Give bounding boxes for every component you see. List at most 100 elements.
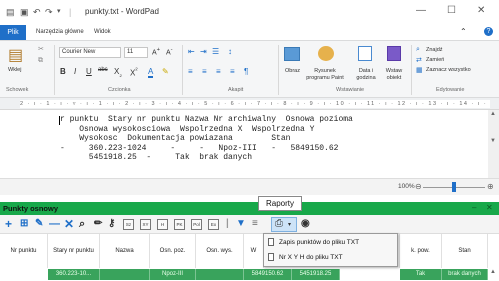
- cut-icon[interactable]: ✂: [38, 45, 44, 53]
- table-cell[interactable]: brak danych: [442, 269, 488, 280]
- underline-icon[interactable]: U: [86, 67, 92, 76]
- datetime-label[interactable]: Data i godzina: [353, 68, 379, 82]
- subscript-icon[interactable]: X₂: [114, 67, 122, 79]
- undo-icon[interactable]: ↶: [33, 7, 41, 18]
- datetime-icon[interactable]: [358, 46, 372, 61]
- align-center-icon[interactable]: ≡: [202, 67, 207, 76]
- text-color-icon[interactable]: A: [148, 67, 154, 78]
- tab-file[interactable]: Plik: [0, 25, 26, 40]
- paste-icon[interactable]: ▤: [8, 45, 23, 65]
- pencil-icon[interactable]: ✏: [94, 217, 102, 231]
- pol-tool-button[interactable]: Pol: [191, 219, 202, 230]
- grid-scroll-up-icon[interactable]: ▲: [490, 269, 496, 275]
- italic-icon[interactable]: I: [74, 67, 76, 76]
- find-label[interactable]: Znajdź: [426, 47, 443, 53]
- select-all-label[interactable]: Zaznacz wszystko: [426, 67, 471, 73]
- shrink-font-icon[interactable]: A-: [166, 47, 173, 56]
- scroll-up-icon[interactable]: ▲: [490, 111, 496, 117]
- scroll-down-icon[interactable]: ▼: [490, 138, 496, 144]
- list-icon[interactable]: ≡: [252, 217, 258, 231]
- table-cell[interactable]: Tak: [400, 269, 442, 280]
- picture-icon[interactable]: [284, 47, 300, 61]
- superscript-icon[interactable]: X²: [130, 67, 138, 78]
- save-icon[interactable]: ▣: [20, 7, 29, 18]
- select-all-icon[interactable]: ▦: [416, 66, 423, 74]
- key-icon[interactable]: ⚷: [108, 217, 115, 231]
- copy-icon[interactable]: ⧉: [38, 57, 43, 65]
- maximize-button[interactable]: ☐: [447, 5, 456, 16]
- tab-view[interactable]: Widok: [94, 29, 111, 35]
- column-header[interactable]: Stan: [442, 234, 488, 268]
- panel-close-icon[interactable]: ✕: [486, 203, 493, 212]
- paragraph-settings-icon[interactable]: ¶: [244, 67, 248, 76]
- grow-font-icon[interactable]: A+: [152, 47, 160, 56]
- column-header[interactable]: Nr punktu: [0, 234, 48, 268]
- column-header[interactable]: k. pow.: [400, 234, 442, 268]
- paint-drawing-label[interactable]: Rysunek programu Paint: [304, 68, 346, 82]
- insert-object-label[interactable]: Wstaw obiekt: [382, 68, 406, 82]
- strikethrough-icon[interactable]: abc: [98, 67, 108, 73]
- column-header[interactable]: Osn. wys.: [196, 234, 244, 268]
- remove-point-icon[interactable]: ✕: [64, 217, 74, 231]
- zoom-in-button[interactable]: ⊕: [487, 182, 494, 191]
- picture-label[interactable]: Obraz: [285, 68, 300, 74]
- column-header[interactable]: Osn. poz.: [150, 234, 196, 268]
- add-row-icon[interactable]: ⊞: [20, 217, 28, 231]
- paste-label[interactable]: Wklej: [8, 67, 21, 73]
- camera-icon[interactable]: ◉: [301, 217, 310, 231]
- table-cell[interactable]: 5451918.25: [292, 269, 340, 280]
- justify-icon[interactable]: ≡: [230, 67, 235, 76]
- increase-indent-icon[interactable]: ⇥: [200, 47, 207, 56]
- line-spacing-icon[interactable]: ↕: [228, 47, 232, 56]
- ex-tool-button[interactable]: Ex: [208, 219, 219, 230]
- replace-label[interactable]: Zamień: [426, 57, 444, 63]
- panel-minimize-icon[interactable]: –: [472, 203, 476, 212]
- redo-icon[interactable]: ↷: [45, 7, 53, 18]
- font-size-select[interactable]: 11: [124, 47, 148, 58]
- table-cell[interactable]: [196, 269, 244, 280]
- close-button[interactable]: ✕: [477, 5, 485, 16]
- table-cell[interactable]: 5849150.62: [244, 269, 292, 280]
- table-cell[interactable]: Npoz-III: [150, 269, 196, 280]
- reports-button[interactable]: ⎙ ▾: [271, 217, 297, 232]
- help-icon[interactable]: ?: [484, 27, 493, 36]
- edit-point-icon[interactable]: ✎: [35, 217, 43, 231]
- filter-icon[interactable]: ▼: [236, 217, 246, 231]
- sz-tool-button[interactable]: Sz: [123, 219, 134, 230]
- bullets-icon[interactable]: ☰: [212, 47, 219, 56]
- font-name-select[interactable]: Courier New: [59, 47, 121, 58]
- pk-tool-button[interactable]: PK: [174, 219, 185, 230]
- h-tool-button[interactable]: H: [157, 219, 168, 230]
- align-right-icon[interactable]: ≡: [216, 67, 221, 76]
- ribbon-collapse-icon[interactable]: ⌃: [460, 27, 467, 36]
- column-header[interactable]: Stary nr punktu: [48, 234, 100, 268]
- menu-item-nr-xyh-txt[interactable]: Nr X Y H do pliku TXT: [268, 251, 393, 265]
- insert-object-icon[interactable]: [387, 46, 401, 61]
- wordpad-app-icon[interactable]: ▤: [6, 7, 15, 18]
- delete-point-icon[interactable]: —: [49, 217, 60, 231]
- bold-icon[interactable]: B: [60, 67, 66, 76]
- highlight-icon[interactable]: ✎: [162, 67, 169, 76]
- column-header[interactable]: Nazwa: [100, 234, 150, 268]
- find-icon[interactable]: ⌕: [416, 46, 420, 54]
- add-point-icon[interactable]: +: [5, 217, 12, 231]
- table-cell[interactable]: [100, 269, 150, 280]
- zoom-out-button[interactable]: ⊖: [415, 182, 422, 191]
- paint-drawing-icon[interactable]: [318, 46, 334, 61]
- document-area[interactable]: r punktu Stary nr punktu Nazwa Nr archiw…: [0, 110, 488, 178]
- replace-icon[interactable]: ⇄: [416, 56, 422, 64]
- column-header[interactable]: W: [244, 234, 264, 268]
- decrease-indent-icon[interactable]: ⇤: [188, 47, 195, 56]
- minimize-button[interactable]: —: [416, 5, 426, 16]
- vertical-scrollbar[interactable]: ▲ ▼: [488, 110, 499, 178]
- quick-access-dropdown-icon[interactable]: ▾: [57, 7, 61, 15]
- search-icon[interactable]: ⌕: [79, 217, 85, 231]
- ruler[interactable]: 2 · ı · 1 · ı · ▿ · ı · 1 · ı · 2 · ı · …: [0, 98, 499, 110]
- table-cell[interactable]: 360.223-10...: [48, 269, 100, 280]
- table-row[interactable]: 360.223-10... Npoz-III 5849150.62 545191…: [0, 268, 499, 281]
- zoom-slider-thumb[interactable]: [452, 182, 456, 192]
- document-text[interactable]: r punktu Stary nr punktu Nazwa Nr archiw…: [60, 115, 353, 163]
- xy-tool-button[interactable]: XY: [140, 219, 151, 230]
- align-left-icon[interactable]: ≡: [188, 67, 193, 76]
- tab-home[interactable]: Narzędzia główne: [36, 29, 84, 35]
